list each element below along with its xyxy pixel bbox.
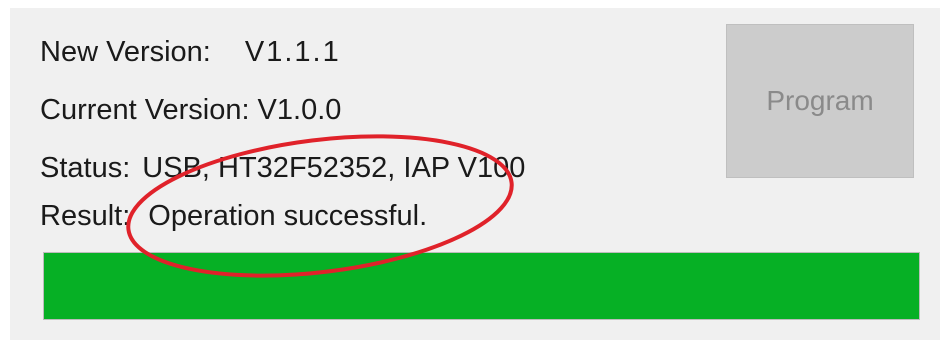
current-version-label: Current Version: xyxy=(40,94,250,126)
result-row: Result: Operation successful. xyxy=(40,202,427,231)
current-version-row: Current Version: V1.0.0 xyxy=(40,96,341,125)
new-version-row: New Version: V1.1.1 xyxy=(40,38,341,67)
current-version-value: V1.0.0 xyxy=(257,94,342,126)
new-version-label: New Version: xyxy=(40,36,211,68)
result-label: Result: xyxy=(40,200,131,232)
progress-fill xyxy=(44,253,919,319)
program-button[interactable]: Program xyxy=(726,24,914,178)
new-version-value: V1.1.1 xyxy=(244,36,341,68)
status-label: Status: xyxy=(40,152,131,184)
status-row: Status: USB, HT32F52352, IAP V100 xyxy=(40,154,525,183)
progress-bar xyxy=(43,252,920,320)
status-value: USB, HT32F52352, IAP V100 xyxy=(142,152,526,184)
result-value: Operation successful. xyxy=(148,200,428,232)
